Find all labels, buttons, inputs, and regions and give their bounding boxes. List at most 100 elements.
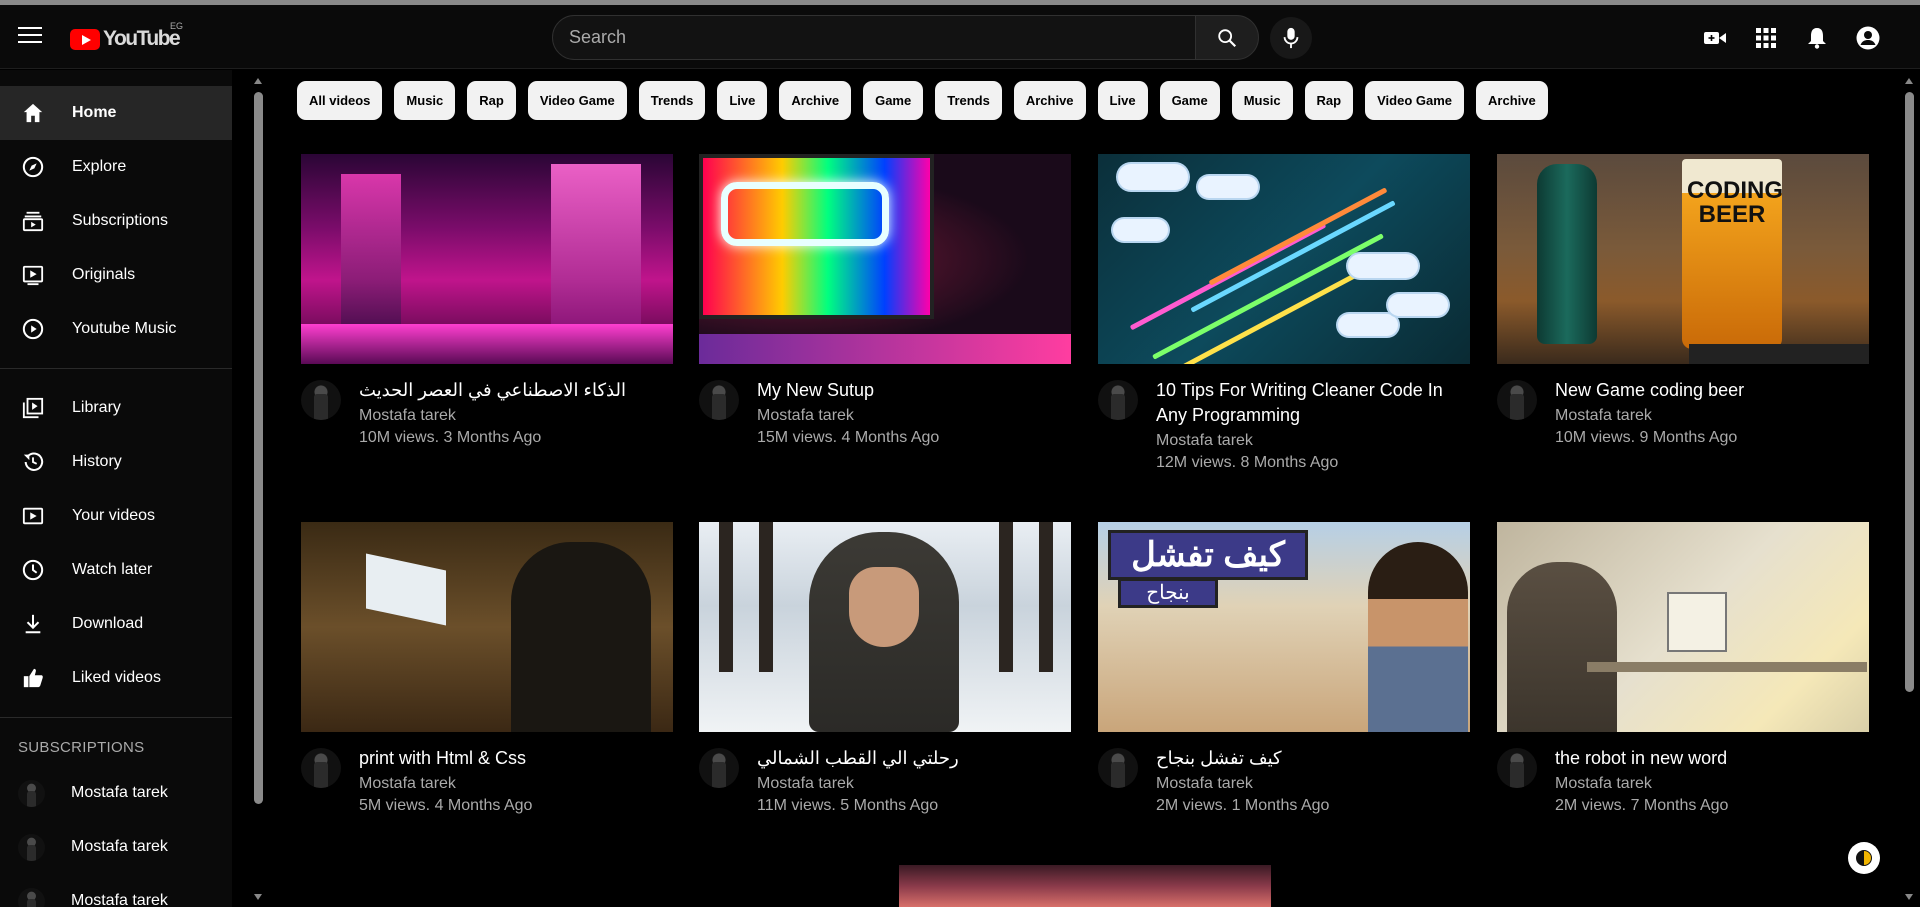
logo-text: YouTube <box>103 27 181 50</box>
header-actions <box>1702 25 1880 50</box>
video-card[interactable]: الذكاء الاصطناعي في العصر الحديث Mostafa… <box>301 154 673 447</box>
video-card[interactable]: 10 Tips For Writing Cleaner Code In Any … <box>1098 154 1470 472</box>
video-title[interactable]: الذكاء الاصطناعي في العصر الحديث <box>359 378 669 403</box>
video-card[interactable]: كيف تفشل بنجاح كيف تفشل بنجاح Mostafa ta… <box>1098 522 1470 815</box>
sidebar-item-liked-videos[interactable]: Liked videos <box>0 651 232 705</box>
chip-music[interactable]: Music <box>1231 81 1293 120</box>
notifications-button[interactable] <box>1804 25 1829 50</box>
channel-name[interactable]: Mostafa tarek <box>1555 775 1865 793</box>
channel-avatar[interactable] <box>1098 748 1138 788</box>
channel-name[interactable]: Mostafa tarek <box>757 407 1067 425</box>
apps-button[interactable] <box>1753 25 1778 50</box>
channel-avatar[interactable] <box>301 380 341 420</box>
top-header: YouTube EG <box>0 5 1920 69</box>
channel-name[interactable]: Mostafa tarek <box>359 407 669 425</box>
subscription-channel-name: Mostafa tarek <box>71 892 168 907</box>
video-card[interactable]: print with Html & Css Mostafa tarek 5M v… <box>301 522 673 815</box>
sidebar-item-youtube-music[interactable]: Youtube Music <box>0 302 232 356</box>
chip-game[interactable]: Game <box>863 81 924 120</box>
channel-avatar[interactable] <box>1497 380 1537 420</box>
sidebar-item-library[interactable]: Library <box>0 381 232 435</box>
video-thumbnail-partial[interactable] <box>899 865 1271 907</box>
chip-trends[interactable]: Trends <box>638 81 706 120</box>
youtube-logo[interactable]: YouTube <box>70 27 181 51</box>
channel-avatar[interactable] <box>699 380 739 420</box>
chip-trends[interactable]: Trends <box>935 81 1002 120</box>
video-thumbnail[interactable] <box>699 154 1071 364</box>
chip-archive[interactable]: Archive <box>779 81 852 120</box>
sidebar-item-your-videos[interactable]: Your videos <box>0 489 232 543</box>
channel-avatar[interactable] <box>1497 748 1537 788</box>
video-title[interactable]: 10 Tips For Writing Cleaner Code In Any … <box>1156 378 1466 428</box>
channel-name[interactable]: Mostafa tarek <box>1156 432 1466 450</box>
video-camera-icon <box>1703 31 1726 44</box>
chip-game[interactable]: Game <box>1159 81 1220 120</box>
chip-archive[interactable]: Archive <box>1476 81 1548 120</box>
video-stats: 2M views. 7 Months Ago <box>1555 797 1729 814</box>
video-title[interactable]: print with Html & Css <box>359 746 669 771</box>
menu-icon[interactable] <box>18 27 42 47</box>
youtube-play-icon <box>70 28 100 50</box>
sidebar-scrollbar-thumb[interactable] <box>254 92 263 804</box>
scroll-up-arrow-icon[interactable] <box>1905 78 1913 84</box>
chip-rap[interactable]: Rap <box>467 81 516 120</box>
video-card[interactable]: My New Sutup Mostafa tarek 15M views. 4 … <box>699 154 1071 447</box>
channel-name[interactable]: Mostafa tarek <box>359 775 669 793</box>
video-thumbnail[interactable] <box>301 522 673 732</box>
sidebar-item-history[interactable]: History <box>0 435 232 489</box>
video-title[interactable]: the robot in new word <box>1555 746 1865 771</box>
channel-name[interactable]: Mostafa tarek <box>1156 775 1466 793</box>
video-thumbnail[interactable] <box>1497 522 1869 732</box>
theme-toggle-button[interactable] <box>1848 842 1880 874</box>
subscription-channel[interactable]: Mostafa tarek <box>0 766 232 820</box>
video-thumbnail[interactable] <box>699 522 1071 732</box>
channel-avatar[interactable] <box>301 748 341 788</box>
channel-avatar[interactable] <box>1098 380 1138 420</box>
video-title[interactable]: كيف تفشل بنجاح <box>1156 746 1466 771</box>
page-scrollbar-thumb[interactable] <box>1905 92 1914 692</box>
chip-all-videos[interactable]: All videos <box>297 81 383 120</box>
video-card[interactable]: CODING BEER New Game coding beer Mostafa… <box>1497 154 1869 447</box>
video-thumbnail[interactable] <box>1098 154 1470 364</box>
subscription-channel[interactable]: Mostafa tarek <box>0 874 232 907</box>
chip-archive[interactable]: Archive <box>1013 81 1086 120</box>
sidebar-item-download[interactable]: Download <box>0 597 232 651</box>
video-card[interactable]: رحلتي الي القطب الشمالي Mostafa tarek 11… <box>699 522 1071 815</box>
bell-icon <box>1807 27 1826 49</box>
sidebar-item-subscriptions[interactable]: Subscriptions <box>0 194 232 248</box>
sidebar-scrollbar[interactable] <box>250 70 266 907</box>
video-thumbnail[interactable]: كيف تفشل بنجاح <box>1098 522 1470 732</box>
sidebar-item-label: Originals <box>72 266 136 283</box>
video-card[interactable]: the robot in new word Mostafa tarek 2M v… <box>1497 522 1869 815</box>
voice-search-button[interactable] <box>1270 17 1312 59</box>
search-input[interactable] <box>552 15 1196 60</box>
scroll-down-arrow-icon[interactable] <box>1905 894 1913 900</box>
chip-music[interactable]: Music <box>394 81 456 120</box>
scroll-up-arrow-icon[interactable] <box>254 78 262 84</box>
scroll-down-arrow-icon[interactable] <box>254 894 262 900</box>
chip-rap[interactable]: Rap <box>1304 81 1354 120</box>
chip-video-game[interactable]: Video Game <box>1365 81 1465 120</box>
sidebar-item-originals[interactable]: Originals <box>0 248 232 302</box>
video-thumbnail[interactable]: CODING BEER <box>1497 154 1869 364</box>
sidebar-item-home[interactable]: Home <box>0 86 232 140</box>
sidebar-item-label: Home <box>72 104 117 121</box>
video-thumbnail[interactable] <box>301 154 673 364</box>
chip-video-game[interactable]: Video Game <box>527 81 627 120</box>
chip-live[interactable]: Live <box>1097 81 1148 120</box>
page-scrollbar[interactable] <box>1900 70 1920 907</box>
channel-name[interactable]: Mostafa tarek <box>757 775 1067 793</box>
video-title[interactable]: رحلتي الي القطب الشمالي <box>757 746 1067 771</box>
library-icon <box>20 396 45 421</box>
subscription-channel[interactable]: Mostafa tarek <box>0 820 232 874</box>
channel-avatar[interactable] <box>699 748 739 788</box>
channel-name[interactable]: Mostafa tarek <box>1555 407 1865 425</box>
account-button[interactable] <box>1855 25 1880 50</box>
create-video-button[interactable] <box>1702 25 1727 50</box>
video-title[interactable]: My New Sutup <box>757 378 1067 403</box>
sidebar-item-watch-later[interactable]: Watch later <box>0 543 232 597</box>
chip-live[interactable]: Live <box>717 81 768 120</box>
video-title[interactable]: New Game coding beer <box>1555 378 1865 403</box>
search-button[interactable] <box>1195 15 1259 60</box>
sidebar-item-explore[interactable]: Explore <box>0 140 232 194</box>
